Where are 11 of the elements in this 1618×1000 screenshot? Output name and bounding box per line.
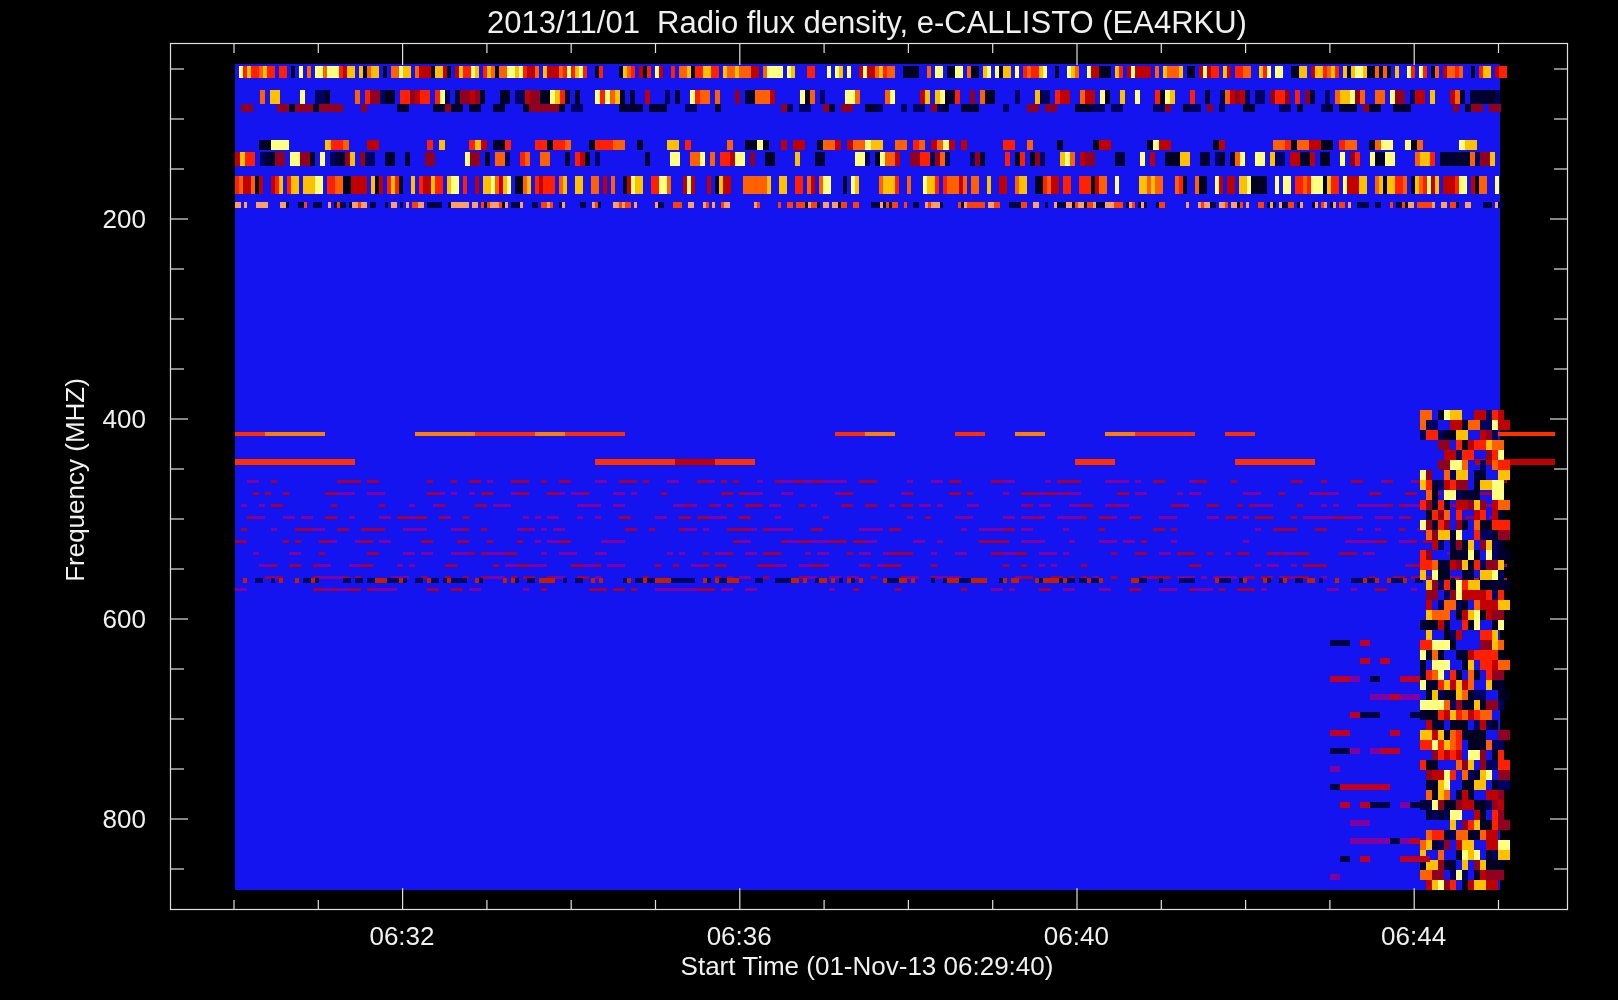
x-tick-label: 06:40 (1043, 921, 1109, 951)
y-tick-label: 800 (102, 804, 146, 834)
y-axis-title: Frequency (MHZ) (60, 378, 90, 582)
x-tick-label: 06:32 (369, 921, 435, 951)
y-tick-label: 400 (102, 404, 146, 434)
y-tick-label: 600 (102, 604, 146, 634)
x-tick-label: 06:44 (1381, 921, 1447, 951)
x-tick-label: 06:36 (706, 921, 772, 951)
x-axis-title: Start Time (01-Nov-13 06:29:40) (680, 951, 1054, 981)
plot-title: 2013/11/01 Radio flux density, e-CALLISTO (EA4RKU) (487, 5, 1247, 40)
y-tick-label: 200 (102, 204, 146, 234)
